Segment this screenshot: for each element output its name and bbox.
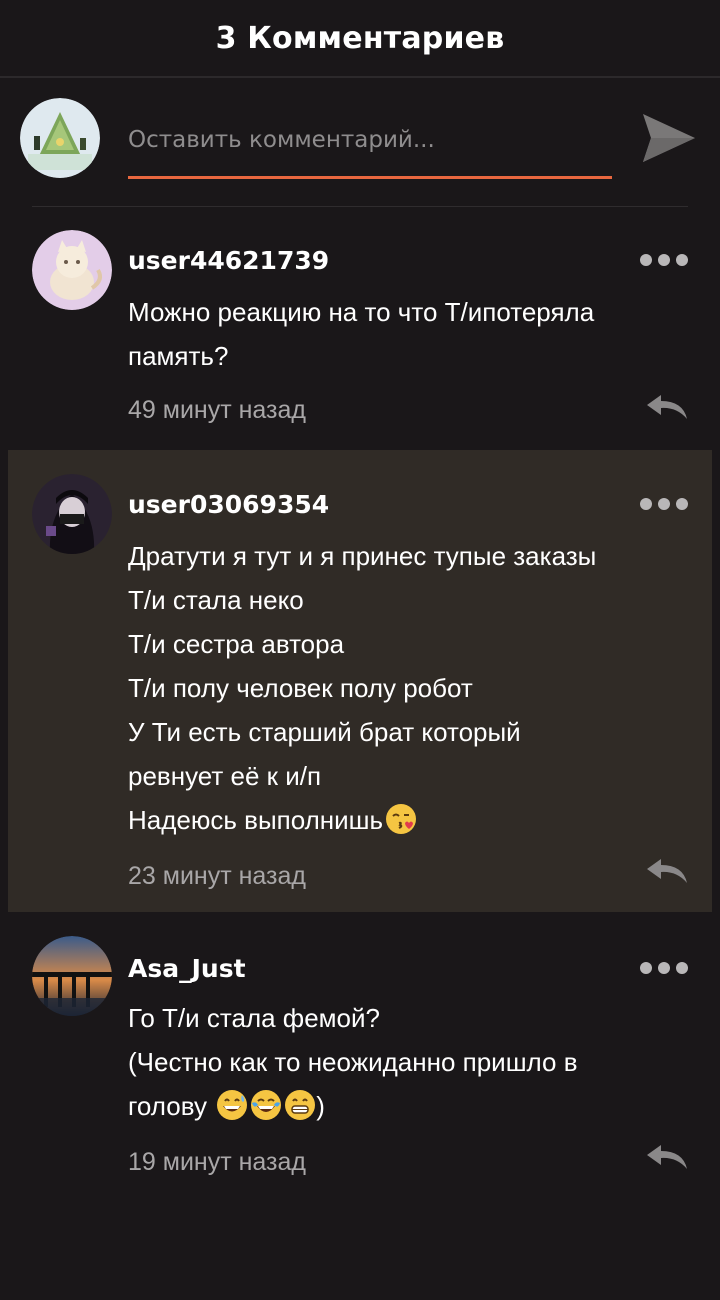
beaming-face-emoji-icon xyxy=(285,1090,316,1120)
timestamp: 23 минут назад xyxy=(128,862,306,890)
dot-icon xyxy=(676,254,688,266)
kissing-face-emoji-icon xyxy=(386,804,417,834)
dot-icon xyxy=(676,498,688,510)
dot-icon xyxy=(676,962,688,974)
dot-icon xyxy=(658,498,670,510)
username[interactable]: user44621739 xyxy=(128,246,329,275)
comment-line: ревнует её к и/п xyxy=(128,761,322,791)
avatar[interactable] xyxy=(20,98,100,178)
more-options-button[interactable] xyxy=(640,248,688,272)
reply-arrow-icon xyxy=(647,1145,687,1169)
timestamp: 49 минут назад xyxy=(128,396,306,424)
closing-paren: ) xyxy=(316,1091,325,1121)
comment-line: память? xyxy=(128,341,229,371)
avatar[interactable] xyxy=(32,230,112,310)
comments-header: 3 Комментариев xyxy=(0,0,720,78)
cat-drawing-avatar-icon xyxy=(32,230,112,310)
avatar[interactable] xyxy=(32,936,112,1016)
comment-text: Можно реакцию на то что Т/ипотеряла памя… xyxy=(128,290,688,378)
comment-line: Т/и сестра автора xyxy=(128,629,345,659)
comment-line: Го Т/и стала фемой? xyxy=(128,1003,380,1033)
reply-button[interactable] xyxy=(642,1140,692,1174)
dot-icon xyxy=(640,498,652,510)
comment-item-highlighted: user03069354 Дратути я тут и я принес ту… xyxy=(8,450,712,912)
comment-line: Т/и стала неко xyxy=(128,585,304,615)
comment-line: Т/и полу человек полу робот xyxy=(128,673,473,703)
comment-line-with-emoji: голову ) xyxy=(128,1084,688,1128)
grinning-sweat-emoji-icon xyxy=(217,1090,248,1120)
compose-row xyxy=(0,78,720,206)
username[interactable]: user03069354 xyxy=(128,490,329,519)
reply-button[interactable] xyxy=(642,854,692,888)
timestamp: 19 минут назад xyxy=(128,1148,306,1176)
bridge-sunset-avatar-icon xyxy=(32,936,112,1016)
send-button[interactable] xyxy=(640,110,698,166)
input-underline xyxy=(128,176,612,179)
comment-line: голову xyxy=(128,1091,207,1121)
comment-line: У Ти есть старший брат который xyxy=(128,717,521,747)
dark-anime-character-avatar-icon xyxy=(32,474,112,554)
reply-arrow-icon xyxy=(647,859,687,883)
comment-input[interactable] xyxy=(128,120,612,160)
comment-line: Дратути я тут и я принес тупые заказы xyxy=(128,541,597,571)
dot-icon xyxy=(640,254,652,266)
reply-arrow-icon xyxy=(647,395,687,419)
dot-icon xyxy=(658,962,670,974)
tears-of-joy-emoji-icon xyxy=(251,1090,282,1120)
comment-item: user44621739 Можно реакцию на то что Т/и… xyxy=(0,208,720,450)
comment-item: Asa_Just Го Т/и стала фемой? (Честно как… xyxy=(0,912,720,1212)
page-title: 3 Комментариев xyxy=(215,20,505,56)
comment-line-with-emoji: Надеюсь выполнишь xyxy=(128,798,688,842)
comment-line: Можно реакцию на то что Т/ипотеряла xyxy=(128,297,595,327)
more-options-button[interactable] xyxy=(640,956,688,980)
dot-icon xyxy=(640,962,652,974)
forest-scene-avatar-icon xyxy=(20,98,100,178)
dot-icon xyxy=(658,254,670,266)
reply-button[interactable] xyxy=(642,390,692,424)
more-options-button[interactable] xyxy=(640,492,688,516)
avatar[interactable] xyxy=(32,474,112,554)
divider xyxy=(32,206,688,207)
comment-text: Го Т/и стала фемой? (Честно как то неожи… xyxy=(128,996,688,1128)
username[interactable]: Asa_Just xyxy=(128,954,246,983)
send-icon xyxy=(643,114,695,162)
comment-line: Надеюсь выполнишь xyxy=(128,805,384,835)
comment-text: Дратути я тут и я принес тупые заказы Т/… xyxy=(128,534,688,842)
comment-line: (Честно как то неожиданно пришло в xyxy=(128,1047,578,1077)
